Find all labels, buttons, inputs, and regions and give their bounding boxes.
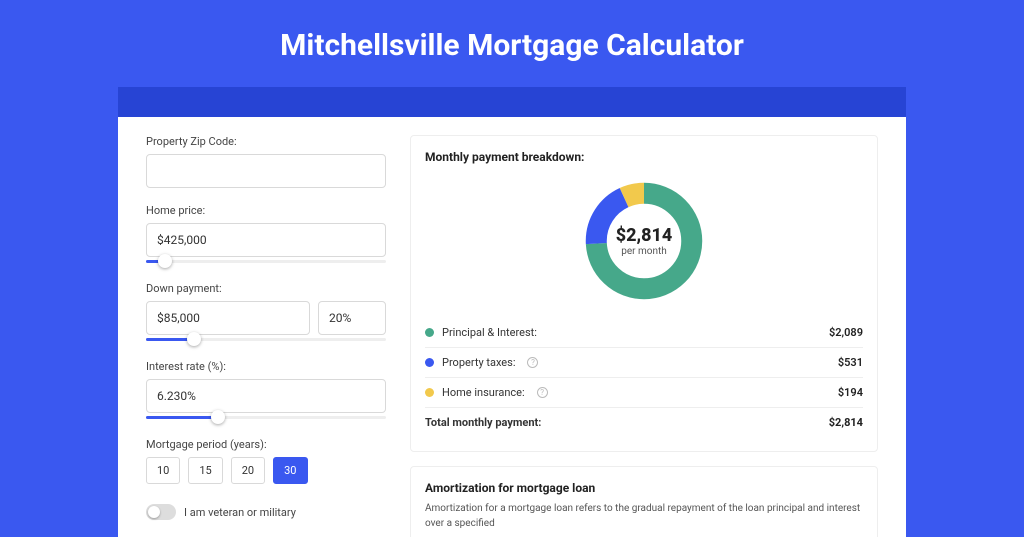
breakdown-row: Home insurance:? $194: [425, 377, 863, 407]
period-option-15[interactable]: 15: [188, 457, 222, 484]
zip-label: Property Zip Code:: [146, 135, 386, 148]
interest-rate-label: Interest rate (%):: [146, 360, 386, 373]
home-price-input[interactable]: [146, 223, 386, 257]
veteran-toggle[interactable]: [146, 504, 176, 520]
breakdown-label: Property taxes:: [442, 356, 515, 369]
donut-center-amount: $2,814: [616, 225, 673, 246]
calculator-panel: Property Zip Code: Home price: Down paym…: [118, 117, 906, 537]
breakdown-value: $2,089: [829, 326, 863, 339]
inputs-column: Property Zip Code: Home price: Down paym…: [146, 135, 386, 537]
breakdown-label: Principal & Interest:: [442, 326, 537, 339]
period-options: 10 15 20 30: [146, 457, 386, 484]
breakdown-title: Monthly payment breakdown:: [425, 150, 863, 164]
legend-dot: [425, 358, 434, 367]
amortization-section: Amortization for mortgage loan Amortizat…: [410, 466, 878, 537]
breakdown-section: Monthly payment breakdown: $2,814 per mo…: [410, 135, 878, 452]
breakdown-value: $531: [838, 356, 863, 369]
amortization-title: Amortization for mortgage loan: [425, 481, 863, 495]
zip-input[interactable]: [146, 154, 386, 188]
down-payment-label: Down payment:: [146, 282, 386, 295]
results-column: Monthly payment breakdown: $2,814 per mo…: [410, 135, 878, 537]
period-option-20[interactable]: 20: [231, 457, 265, 484]
amortization-body: Amortization for a mortgage loan refers …: [425, 501, 863, 531]
breakdown-row: Principal & Interest: $2,089: [425, 318, 863, 347]
total-label: Total monthly payment:: [425, 416, 541, 429]
legend-dot: [425, 328, 434, 337]
down-payment-slider[interactable]: [146, 334, 386, 348]
donut-chart: $2,814 per month: [425, 170, 863, 318]
page-title: Mitchellsville Mortgage Calculator: [0, 0, 1024, 87]
info-icon[interactable]: ?: [537, 387, 548, 398]
breakdown-rows: Principal & Interest: $2,089 Property taxe…: [425, 318, 863, 407]
period-option-10[interactable]: 10: [146, 457, 180, 484]
home-price-slider[interactable]: [146, 256, 386, 270]
home-price-label: Home price:: [146, 204, 386, 217]
total-row: Total monthly payment: $2,814: [425, 407, 863, 437]
info-icon[interactable]: ?: [527, 357, 538, 368]
interest-rate-slider[interactable]: [146, 412, 386, 426]
legend-dot: [425, 388, 434, 397]
interest-rate-input[interactable]: [146, 379, 386, 413]
period-option-30[interactable]: 30: [273, 457, 307, 484]
breakdown-value: $194: [838, 386, 863, 399]
breakdown-label: Home insurance:: [442, 386, 525, 399]
breakdown-row: Property taxes:? $531: [425, 347, 863, 377]
down-payment-pct-input[interactable]: [318, 301, 386, 335]
total-value: $2,814: [829, 416, 863, 429]
down-payment-input[interactable]: [146, 301, 310, 335]
donut-center-sub: per month: [621, 246, 667, 257]
period-label: Mortgage period (years):: [146, 438, 386, 451]
veteran-label: I am veteran or military: [184, 506, 296, 519]
header-accent-strip: [118, 87, 906, 117]
